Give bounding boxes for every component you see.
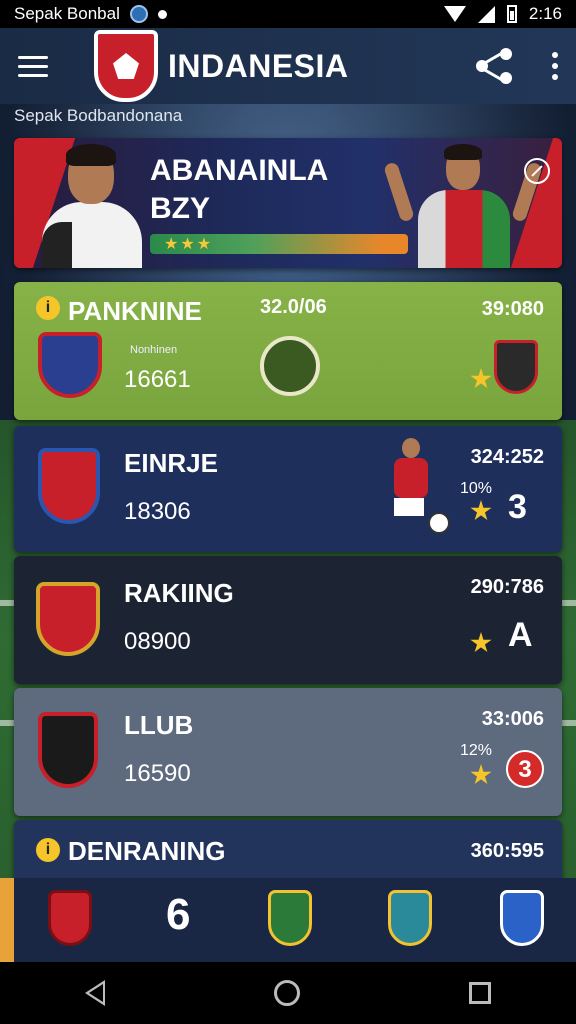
back-icon[interactable] xyxy=(84,980,105,1006)
hero-progress-bar: ★★★ xyxy=(150,234,408,254)
ranking-card[interactable]: LLUB 16590 33:006 12% 3 xyxy=(14,688,562,816)
rank-number: A xyxy=(508,616,533,654)
recent-apps-icon[interactable] xyxy=(469,982,492,1004)
ranking-score: 360:595 xyxy=(470,840,544,862)
hero-title: ABANAINLA BZY xyxy=(150,152,328,228)
player-celebrating-right xyxy=(383,142,544,268)
ranking-score: 33:006 xyxy=(481,708,544,730)
wifi-icon xyxy=(443,6,466,22)
ranking-points: 16590 xyxy=(124,760,191,787)
club-tab-number[interactable]: 6 xyxy=(166,890,190,940)
status-bar: Sepak Bonbal 2:16 xyxy=(0,0,576,28)
ranking-score: 324:252 xyxy=(470,446,544,468)
info-badge-icon: i xyxy=(36,838,60,862)
club-crest-icon xyxy=(38,332,102,398)
hero-banner[interactable]: ABANAINLA BZY ★★★ xyxy=(14,138,562,268)
hero-stars: ★★★ xyxy=(164,236,214,253)
ranking-score: 290:786 xyxy=(470,576,544,598)
club-crest-icon xyxy=(38,712,98,788)
more-vert-icon[interactable] xyxy=(552,52,558,80)
club-tab-icon[interactable] xyxy=(268,890,312,946)
club-shield-icon xyxy=(94,30,158,102)
app-title: INDANESIA xyxy=(168,47,349,84)
app-bar: INDANESIA xyxy=(0,28,576,104)
ranking-card[interactable]: i DENRANING 360:595 xyxy=(14,820,562,880)
bottom-club-tabs: 6 xyxy=(0,878,576,962)
globe-icon xyxy=(129,5,148,23)
ranking-card[interactable]: RAKIING 08900 290:786 A xyxy=(14,556,562,684)
share-icon[interactable] xyxy=(476,48,512,84)
ranking-points: 18306 xyxy=(124,498,191,525)
club-crest-icon xyxy=(36,582,100,656)
club-emblem-icon xyxy=(260,336,320,396)
club-crest-icon xyxy=(494,340,538,394)
ranking-points: 16661 xyxy=(124,366,191,393)
ranking-name: EINRJE xyxy=(124,448,218,478)
star-icon xyxy=(470,500,492,521)
info-badge-icon: i xyxy=(36,296,60,320)
hero-action-icon[interactable] xyxy=(524,158,550,184)
status-time: 2:16 xyxy=(528,4,562,23)
ranking-percent: 12% xyxy=(460,742,493,759)
ranking-small-label: Nonhinen xyxy=(130,344,178,356)
club-crest-icon xyxy=(38,448,100,524)
rank-number: 3 xyxy=(506,750,544,788)
home-icon[interactable] xyxy=(273,980,300,1006)
system-nav-bar xyxy=(0,962,576,1024)
player-kicking-ball xyxy=(384,438,450,538)
hamburger-menu-icon[interactable] xyxy=(18,55,48,77)
rank-number: 3 xyxy=(508,488,527,526)
ranking-card[interactable]: i PANKNINE Nonhinen 16661 32.0/06 39:080 xyxy=(14,282,562,420)
star-icon xyxy=(470,632,492,653)
status-app-name: Sepak Bonbal xyxy=(14,4,120,23)
star-icon xyxy=(470,368,492,389)
ranking-points: 08900 xyxy=(124,628,191,655)
ranking-percent: 10% xyxy=(460,480,493,497)
player-portrait-left xyxy=(34,138,152,268)
star-icon xyxy=(470,764,492,785)
club-tab-icon[interactable] xyxy=(388,890,432,946)
ranking-score: 39:080 xyxy=(481,298,544,320)
ranking-card[interactable]: EINRJE 18306 324:252 10% 3 xyxy=(14,426,562,552)
hero-title-line1: ABANAINLA xyxy=(150,154,329,187)
hero-title-line2: BZY xyxy=(150,192,210,225)
club-tab-icon[interactable] xyxy=(500,890,544,946)
ranking-center-value: 32.0/06 xyxy=(260,296,327,318)
ranking-name: DENRANING xyxy=(68,836,226,866)
ranking-name: RAKIING xyxy=(124,578,234,608)
club-tab-icon[interactable] xyxy=(48,890,92,946)
notification-dot-icon xyxy=(157,9,167,19)
signal-icon xyxy=(477,5,495,23)
battery-icon xyxy=(506,5,517,23)
ranking-name: PANKNINE xyxy=(68,296,202,326)
page-subtitle: Sepak Bodbandonana xyxy=(14,106,183,125)
ranking-name: LLUB xyxy=(124,710,194,740)
